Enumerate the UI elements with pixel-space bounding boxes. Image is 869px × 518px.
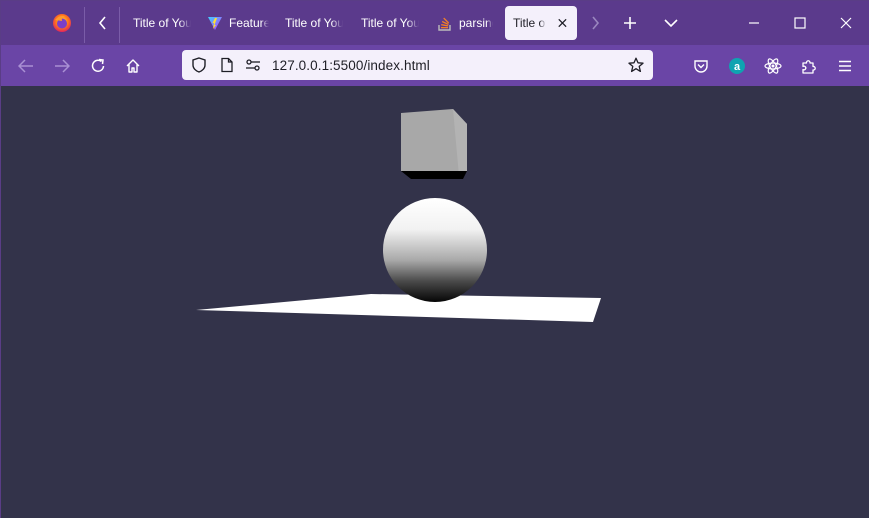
forward-button[interactable] bbox=[47, 51, 77, 81]
tab-label: Feature bbox=[229, 16, 269, 30]
pocket-icon bbox=[694, 60, 708, 73]
tab-title-1[interactable]: Title of Your bbox=[133, 5, 191, 41]
hamburger-menu-icon bbox=[839, 60, 851, 72]
minimize-icon bbox=[749, 22, 759, 24]
tab-feature[interactable]: Feature bbox=[207, 5, 269, 41]
vite-icon bbox=[208, 17, 222, 30]
tab-label: Title of Your bbox=[285, 16, 343, 30]
tab-parsing[interactable]: parsing bbox=[437, 5, 493, 41]
tab-label: parsing bbox=[459, 16, 493, 30]
extensions-button[interactable] bbox=[794, 51, 824, 81]
page-content[interactable] bbox=[1, 86, 869, 518]
letter-a-extension-icon: a bbox=[729, 58, 745, 74]
tab-label: Title of Y bbox=[513, 16, 546, 30]
close-tab-icon[interactable] bbox=[556, 16, 569, 30]
react-devtools-button[interactable] bbox=[758, 51, 788, 81]
scene-canvas[interactable] bbox=[1, 86, 869, 518]
react-icon bbox=[764, 58, 782, 74]
app-menu-button[interactable] bbox=[830, 51, 860, 81]
list-all-tabs-button[interactable] bbox=[657, 9, 685, 37]
svg-text:a: a bbox=[734, 61, 741, 73]
shield-icon[interactable] bbox=[191, 57, 207, 73]
chevron-down-icon bbox=[664, 19, 678, 28]
tab-label: Title of Your bbox=[133, 16, 191, 30]
reload-button[interactable] bbox=[83, 51, 113, 81]
star-bookmark-icon[interactable] bbox=[628, 57, 644, 73]
navigation-toolbar: 127.0.0.1:5500/index.html a bbox=[1, 45, 869, 86]
chevron-left-icon bbox=[98, 16, 106, 30]
back-button[interactable] bbox=[11, 51, 41, 81]
maximize-icon bbox=[794, 17, 806, 29]
reload-icon bbox=[91, 58, 105, 72]
sphere-object bbox=[383, 198, 487, 302]
plus-icon bbox=[624, 17, 636, 29]
new-tab-button[interactable] bbox=[616, 9, 644, 37]
chevron-right-icon bbox=[592, 16, 600, 30]
browser-window: Title of Your Feature Title of Your Titl… bbox=[0, 0, 869, 518]
tab-active[interactable]: Title of Y bbox=[505, 6, 577, 40]
permissions-icon[interactable] bbox=[245, 57, 261, 73]
home-button[interactable] bbox=[118, 51, 148, 81]
page-icon[interactable] bbox=[219, 57, 235, 73]
address-bar[interactable]: 127.0.0.1:5500/index.html bbox=[182, 50, 653, 80]
scroll-tabs-left-button[interactable] bbox=[90, 9, 116, 37]
pocket-button[interactable] bbox=[686, 51, 716, 81]
url-text[interactable]: 127.0.0.1:5500/index.html bbox=[272, 58, 430, 73]
cube-object bbox=[401, 109, 467, 179]
puzzle-piece-icon bbox=[802, 60, 816, 74]
tab-label: Title of Your bbox=[361, 16, 419, 30]
ground-plane bbox=[196, 294, 601, 322]
maximize-button[interactable] bbox=[785, 9, 815, 37]
stackoverflow-icon bbox=[438, 17, 451, 31]
firefox-menu-icon[interactable] bbox=[51, 12, 73, 34]
extension-a-button[interactable]: a bbox=[722, 51, 752, 81]
tab-title-3[interactable]: Title of Your bbox=[361, 5, 419, 41]
arrow-right-icon bbox=[55, 59, 70, 73]
minimize-button[interactable] bbox=[739, 9, 769, 37]
tab-strip: Title of Your Feature Title of Your Titl… bbox=[1, 1, 869, 45]
home-icon bbox=[126, 59, 140, 73]
close-icon bbox=[840, 17, 852, 29]
scroll-tabs-right-button[interactable] bbox=[582, 9, 608, 37]
tab-title-2[interactable]: Title of Your bbox=[285, 5, 343, 41]
close-window-button[interactable] bbox=[831, 9, 861, 37]
arrow-left-icon bbox=[18, 59, 33, 73]
